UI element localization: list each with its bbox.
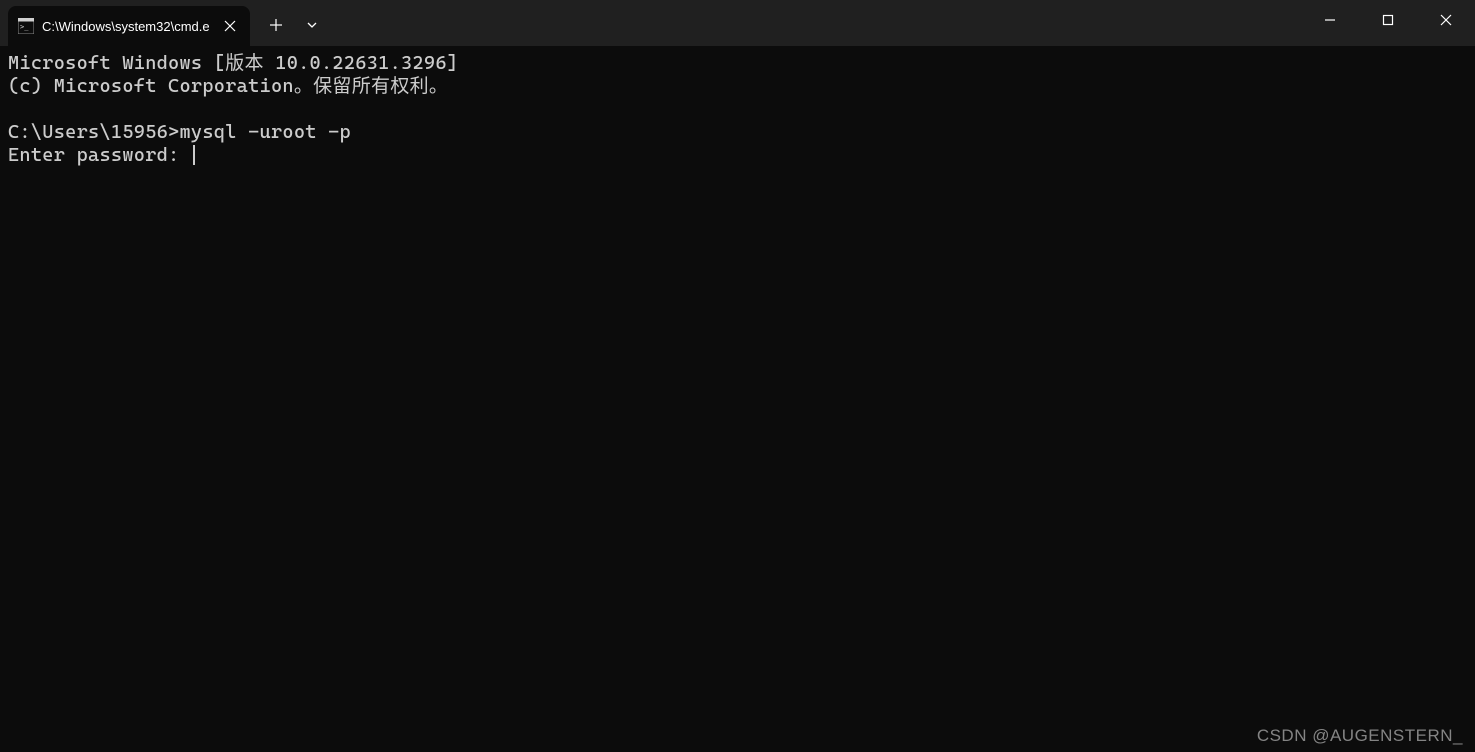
close-icon	[224, 20, 236, 32]
terminal-cursor	[193, 145, 195, 165]
close-icon	[1440, 14, 1452, 26]
chevron-down-icon	[306, 19, 318, 31]
terminal-line-version: Microsoft Windows [版本 10.0.22631.3296]	[8, 52, 458, 74]
titlebar: >_ C:\Windows\system32\cmd.e	[0, 0, 1475, 46]
window-controls	[1301, 0, 1475, 46]
close-tab-button[interactable]	[218, 14, 242, 38]
active-tab[interactable]: >_ C:\Windows\system32\cmd.e	[8, 6, 250, 46]
tab-actions	[258, 0, 330, 46]
maximize-button[interactable]	[1359, 0, 1417, 40]
maximize-icon	[1382, 14, 1394, 26]
minimize-icon	[1324, 14, 1336, 26]
minimize-button[interactable]	[1301, 0, 1359, 40]
terminal-prompt: C:\Users\15956>	[8, 121, 180, 143]
terminal-output[interactable]: Microsoft Windows [版本 10.0.22631.3296] (…	[0, 46, 1475, 173]
tab-title: C:\Windows\system32\cmd.e	[42, 19, 210, 34]
plus-icon	[270, 19, 282, 31]
close-window-button[interactable]	[1417, 0, 1475, 40]
terminal-password-prompt: Enter password:	[8, 144, 191, 166]
tab-dropdown-button[interactable]	[294, 7, 330, 43]
terminal-command: mysql -uroot -p	[180, 121, 352, 143]
watermark: CSDN @AUGENSTERN_	[1257, 726, 1463, 746]
terminal-line-copyright: (c) Microsoft Corporation。保留所有权利。	[8, 75, 448, 97]
svg-text:>_: >_	[20, 23, 29, 31]
titlebar-drag-area[interactable]	[330, 0, 1301, 46]
new-tab-button[interactable]	[258, 7, 294, 43]
cmd-icon: >_	[18, 18, 34, 34]
